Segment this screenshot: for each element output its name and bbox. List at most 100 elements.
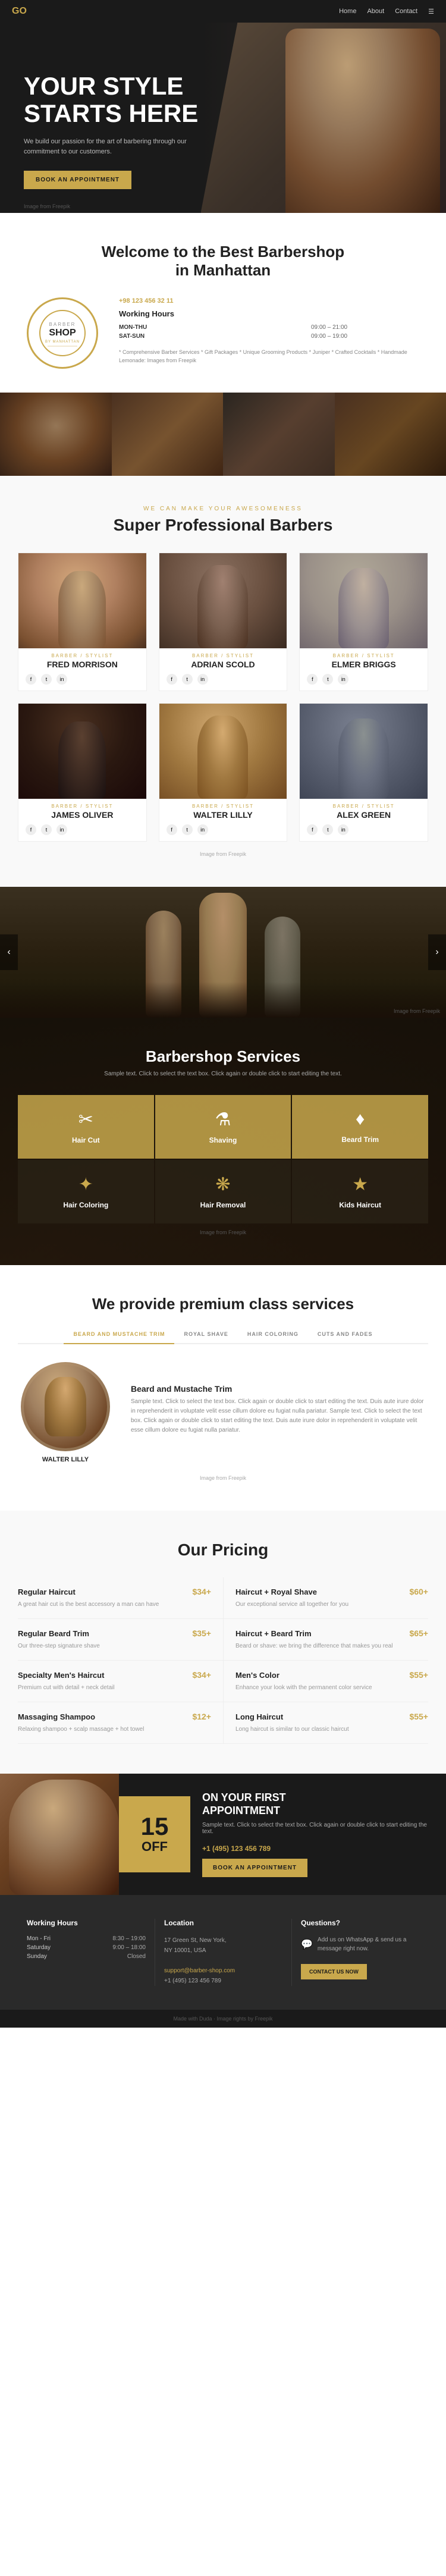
twitter-icon-3[interactable]: t <box>322 674 333 685</box>
barber-role-1: BARBER / STYLIST <box>18 648 146 660</box>
hero-title: YOUR STYLESTARTS HERE <box>24 73 198 127</box>
service-haircut[interactable]: ✂ Hair Cut <box>18 1095 154 1159</box>
instagram-icon-1[interactable]: in <box>56 674 67 685</box>
tab-hair-coloring[interactable]: HAIR COLORING <box>238 1325 308 1344</box>
welcome-logo: BARBER SHOP BY MANHATTAN <box>24 297 101 369</box>
discount-phone: +1 (495) 123 456 789 <box>202 1844 434 1853</box>
instagram-icon-6[interactable]: in <box>338 824 348 835</box>
pricing-header-2: Haircut + Royal Shave $60+ <box>235 1587 428 1596</box>
pricing-desc-5: Premium cut with detail + neck detail <box>18 1683 211 1692</box>
pricing-price-1: $34+ <box>192 1587 211 1596</box>
pricing-grid: Regular Haircut $34+ A great hair cut is… <box>18 1577 428 1744</box>
facebook-icon-5[interactable]: f <box>167 824 177 835</box>
kids-icon: ★ <box>352 1174 368 1195</box>
instagram-icon-3[interactable]: in <box>338 674 348 685</box>
svg-text:SHOP: SHOP <box>49 328 76 338</box>
instagram-icon-5[interactable]: in <box>197 824 208 835</box>
barber-photo-4 <box>18 704 146 799</box>
nav-home[interactable]: Home <box>339 8 356 15</box>
barbers-grid: BARBER / STYLIST FRED MORRISON f t in BA… <box>18 553 428 842</box>
footer-hours-day-1: Mon - Fri <box>27 1935 51 1942</box>
barber-photo-3 <box>300 553 428 648</box>
pricing-header-5: Specialty Men's Haircut $34+ <box>18 1670 211 1680</box>
twitter-icon-2[interactable]: t <box>182 674 193 685</box>
removal-icon: ❋ <box>215 1174 230 1195</box>
barber-card-3: BARBER / STYLIST ELMER BRIGGS f t in <box>299 553 428 691</box>
barbers-tag: WE CAN MAKE YOUR AWESOMENESS <box>18 506 428 512</box>
barber-card-4: BARBER / STYLIST JAMES OLIVER f t in <box>18 703 147 842</box>
welcome-tags: * Comprehensive Barber Services * Gift P… <box>119 348 422 365</box>
instagram-icon-2[interactable]: in <box>197 674 208 685</box>
footer-whatsapp-text: Add us on WhatsApp & send us a message r… <box>318 1935 419 1953</box>
facebook-icon-6[interactable]: f <box>307 824 318 835</box>
barbers-section: WE CAN MAKE YOUR AWESOMENESS Super Profe… <box>0 476 446 887</box>
instagram-icon-4[interactable]: in <box>56 824 67 835</box>
pricing-header-6: Men's Color $55+ <box>235 1670 428 1680</box>
nav-contact[interactable]: Contact <box>395 8 417 15</box>
twitter-icon-5[interactable]: t <box>182 824 193 835</box>
pricing-header-1: Regular Haircut $34+ <box>18 1587 211 1596</box>
nav-logo: GO <box>12 6 27 17</box>
footer-hours-day-2: Saturday <box>27 1944 51 1951</box>
service-hair-removal[interactable]: ❋ Hair Removal <box>155 1160 291 1223</box>
facebook-icon-2[interactable]: f <box>167 674 177 685</box>
discount-cta-button[interactable]: BOOK AN APPOINTMENT <box>202 1859 307 1877</box>
footer-hours-day-3: Sunday <box>27 1953 47 1960</box>
footer-hours-row-2: Saturday 9:00 – 18:00 <box>27 1944 146 1951</box>
premium-attribution: Image from Freepik <box>18 1475 428 1481</box>
welcome-section: Welcome to the Best Barbershopin Manhatt… <box>0 213 446 393</box>
slider-attribution: Image from Freepik <box>394 1008 440 1014</box>
footer-email[interactable]: support@barber-shop.com <box>164 1968 235 1974</box>
footer-questions-heading: Questions? <box>301 1919 419 1927</box>
tab-royal-shave[interactable]: ROYAL SHAVE <box>174 1325 237 1344</box>
barber-socials-2: f t in <box>159 674 287 691</box>
tab-cuts-fades[interactable]: CUTS AND FADES <box>308 1325 382 1344</box>
pricing-item-4: Haircut + Beard Trim $65+ Beard or shave… <box>223 1619 428 1661</box>
footer-address-phone: +1 (495) 123 456 789 <box>164 1978 221 1984</box>
facebook-icon-1[interactable]: f <box>26 674 36 685</box>
razor-icon: ⚗ <box>215 1109 231 1130</box>
service-kids-haircut[interactable]: ★ Kids Haircut <box>292 1160 428 1223</box>
service-kids-label: Kids Haircut <box>339 1201 381 1209</box>
hours-time-2: 09:00 – 19:00 <box>311 333 422 340</box>
service-shaving[interactable]: ⚗ Shaving <box>155 1095 291 1159</box>
pricing-item-7: Massaging Shampoo $12+ Relaxing shampoo … <box>18 1702 223 1744</box>
pricing-desc-7: Relaxing shampoo + scalp massage + hot t… <box>18 1725 211 1734</box>
book-appointment-button[interactable]: BOOK AN APPOINTMENT <box>24 171 131 189</box>
premium-avatar <box>21 1362 110 1451</box>
twitter-icon-6[interactable]: t <box>322 824 333 835</box>
welcome-info: +98 123 456 32 11 Working Hours MON-THU … <box>119 297 422 365</box>
slider-image <box>0 887 446 1018</box>
twitter-icon-1[interactable]: t <box>41 674 52 685</box>
barber-socials-3: f t in <box>300 674 428 691</box>
service-beard-trim[interactable]: ♦ Beard Trim <box>292 1095 428 1159</box>
barber-name-4: JAMES OLIVER <box>18 810 146 824</box>
hours-sep-1 <box>229 324 304 331</box>
footer-address: 17 Green St, New York,NY 10001, USA supp… <box>164 1935 282 1986</box>
twitter-icon-4[interactable]: t <box>41 824 52 835</box>
svg-text:BY MANHATTAN: BY MANHATTAN <box>45 340 80 344</box>
svg-text:BARBER: BARBER <box>49 322 76 327</box>
pricing-name-2: Haircut + Royal Shave <box>235 1587 317 1596</box>
hero-section: YOUR STYLESTARTS HERE We build our passi… <box>0 23 446 213</box>
tab-beard-trim[interactable]: BEARD AND MUSTACHE TRIM <box>64 1325 174 1344</box>
slider-prev-button[interactable]: ‹ <box>0 934 18 970</box>
slider-next-button[interactable]: › <box>428 934 446 970</box>
discount-heading: ON YOUR FIRSTAPPOINTMENT <box>202 1791 434 1817</box>
footer-bar-text: Made with Duda · Image rights by Freepik <box>173 2016 272 2022</box>
hero-subtitle: We build our passion for the art of barb… <box>24 137 190 156</box>
service-hair-coloring[interactable]: ✦ Hair Coloring <box>18 1160 154 1223</box>
footer-hours-time-2: 9:00 – 18:00 <box>112 1944 146 1951</box>
pricing-price-6: $55+ <box>409 1670 428 1680</box>
footer-contact-button[interactable]: CONTACT US NOW <box>301 1964 367 1979</box>
nav-links: Home About Contact ☰ <box>339 8 434 15</box>
footer-hours-col: Working Hours Mon - Fri 8:30 – 19:00 Sat… <box>18 1919 155 1986</box>
service-haircut-label: Hair Cut <box>72 1136 100 1144</box>
barber-photo-1 <box>18 553 146 648</box>
nav-about[interactable]: About <box>367 8 384 15</box>
facebook-icon-4[interactable]: f <box>26 824 36 835</box>
hero-content: YOUR STYLESTARTS HERE We build our passi… <box>24 73 198 189</box>
facebook-icon-3[interactable]: f <box>307 674 318 685</box>
nav-menu[interactable]: ☰ <box>428 8 434 15</box>
pricing-name-5: Specialty Men's Haircut <box>18 1671 104 1680</box>
